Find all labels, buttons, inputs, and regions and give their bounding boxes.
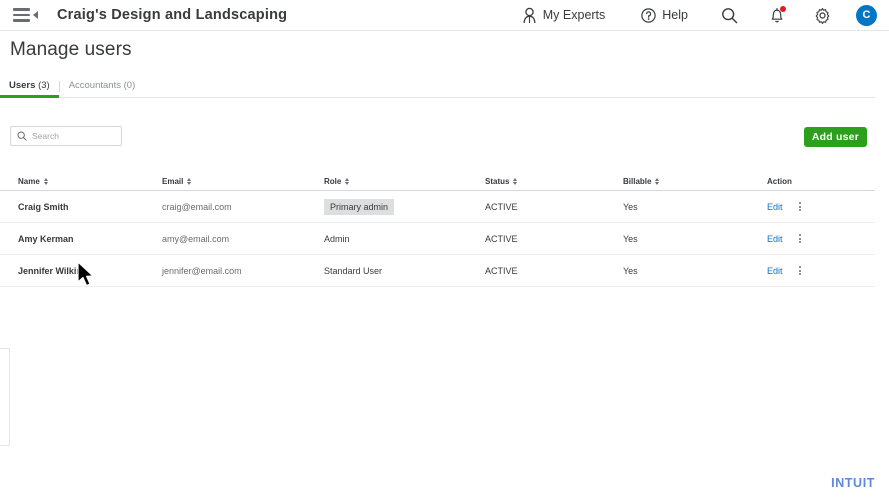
- collapse-left-arrow-icon: [33, 11, 38, 19]
- column-header-status[interactable]: Status: [485, 177, 623, 186]
- sort-icon: [43, 177, 48, 185]
- person-icon: [522, 7, 537, 24]
- user-billable: Yes: [623, 233, 638, 244]
- gear-icon: [814, 7, 831, 24]
- top-navigation-bar: Craig's Design and Landscaping My Expert…: [0, 0, 889, 31]
- question-circle-icon: [641, 7, 656, 23]
- intuit-logo: INTUIT: [831, 476, 875, 490]
- add-user-button[interactable]: Add user: [803, 127, 867, 147]
- chat-widget-placeholder[interactable]: [0, 348, 10, 446]
- user-status: ACTIVE: [485, 201, 518, 212]
- user-billable: Yes: [623, 265, 638, 276]
- tab-accountants-count: (0): [123, 80, 136, 91]
- my-experts-label: My Experts: [542, 8, 606, 22]
- menu-toggle-button[interactable]: [13, 8, 38, 22]
- row-actions: Edit: [767, 234, 867, 244]
- tab-users-label: Users: [9, 80, 36, 91]
- settings-button[interactable]: [814, 7, 831, 24]
- page-title: Manage users: [10, 39, 132, 60]
- user-status: ACTIVE: [485, 265, 518, 276]
- manage-users-page: Craig's Design and Landscaping My Expert…: [0, 0, 889, 500]
- more-options-icon[interactable]: [798, 202, 801, 211]
- search-button[interactable]: [721, 7, 738, 24]
- edit-link[interactable]: Edit: [767, 234, 783, 244]
- column-header-name[interactable]: Name: [0, 177, 162, 186]
- tab-users[interactable]: Users (3): [0, 80, 59, 98]
- column-header-action: Action: [767, 177, 867, 186]
- users-table: Name Email Role Status Billable Action C…: [0, 172, 875, 287]
- user-name: Craig Smith: [18, 201, 69, 212]
- hamburger-icon: [13, 8, 30, 22]
- table-row[interactable]: Amy Kerman amy@email.com Admin ACTIVE Ye…: [0, 223, 875, 255]
- role-badge: Primary admin: [324, 198, 395, 215]
- user-status: ACTIVE: [485, 233, 518, 244]
- column-header-email-label: Email: [162, 176, 184, 186]
- column-header-email[interactable]: Email: [162, 177, 324, 186]
- user-role: Admin: [324, 233, 350, 244]
- sort-icon: [345, 177, 350, 185]
- user-email: amy@email.com: [162, 233, 230, 244]
- edit-link[interactable]: Edit: [767, 202, 783, 212]
- sort-icon: [187, 177, 192, 185]
- user-email: craig@email.com: [162, 201, 232, 212]
- user-email: jennifer@email.com: [162, 265, 242, 276]
- more-options-icon[interactable]: [798, 234, 801, 243]
- column-header-status-label: Status: [485, 176, 510, 186]
- search-icon: [17, 131, 27, 141]
- column-header-role[interactable]: Role: [324, 177, 485, 186]
- sort-icon: [655, 177, 660, 185]
- tab-accountants-label: Accountants: [68, 80, 121, 91]
- table-header-row: Name Email Role Status Billable Action: [0, 172, 875, 191]
- user-name: Jennifer Wilkins: [18, 265, 87, 276]
- help-button[interactable]: Help: [641, 7, 688, 23]
- top-bar-actions: My Experts Help C: [522, 4, 877, 26]
- edit-link[interactable]: Edit: [767, 266, 783, 276]
- row-actions: Edit: [767, 266, 867, 276]
- tab-users-count: (3): [38, 80, 50, 91]
- user-role: Standard User: [324, 265, 383, 276]
- user-role: Primary admin: [324, 198, 485, 215]
- column-header-action-label: Action: [767, 176, 792, 186]
- sort-icon: [513, 177, 518, 185]
- help-label: Help: [662, 8, 688, 22]
- table-row[interactable]: Jennifer Wilkins jennifer@email.com Stan…: [0, 255, 875, 287]
- row-actions: Edit: [767, 202, 867, 212]
- column-header-billable[interactable]: Billable: [623, 177, 767, 186]
- search-icon: [721, 7, 738, 24]
- bell-icon: [769, 5, 786, 24]
- column-header-name-label: Name: [18, 176, 40, 186]
- column-header-billable-label: Billable: [623, 176, 652, 186]
- table-row[interactable]: Craig Smith craig@email.com Primary admi…: [0, 191, 875, 223]
- more-options-icon[interactable]: [798, 266, 801, 275]
- user-name: Amy Kerman: [18, 233, 74, 244]
- notification-badge-dot: [780, 5, 786, 12]
- user-avatar[interactable]: C: [856, 4, 877, 26]
- column-header-role-label: Role: [324, 176, 342, 186]
- search-field-wrapper[interactable]: [10, 126, 122, 146]
- user-billable: Yes: [623, 201, 638, 212]
- search-input[interactable]: [32, 131, 112, 141]
- tab-bar: Users (3) Accountants (0): [0, 76, 875, 98]
- company-name: Craig's Design and Landscaping: [57, 7, 288, 23]
- my-experts-button[interactable]: My Experts: [522, 7, 606, 24]
- notifications-button[interactable]: [769, 5, 786, 24]
- tab-accountants[interactable]: Accountants (0): [60, 80, 145, 97]
